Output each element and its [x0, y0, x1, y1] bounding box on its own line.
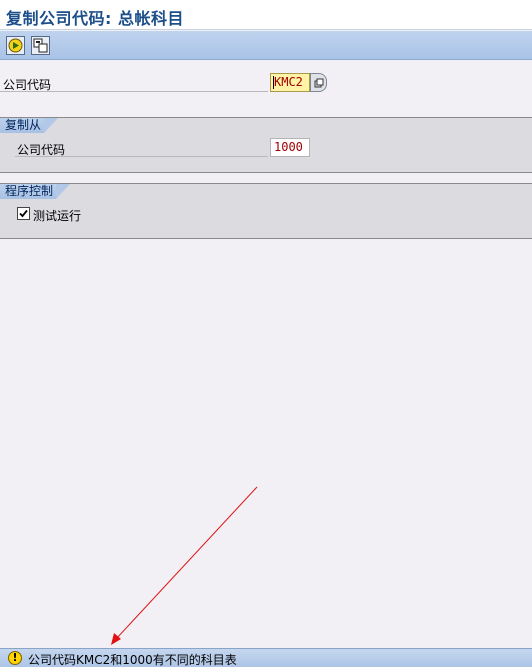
annotation-arrow: [111, 486, 258, 645]
status-message[interactable]: 公司代码KMC2和1000有不同的科目表: [28, 651, 237, 667]
status-bar: ! 公司代码KMC2和1000有不同的科目表: [0, 648, 532, 667]
warning-icon[interactable]: !: [8, 651, 22, 665]
